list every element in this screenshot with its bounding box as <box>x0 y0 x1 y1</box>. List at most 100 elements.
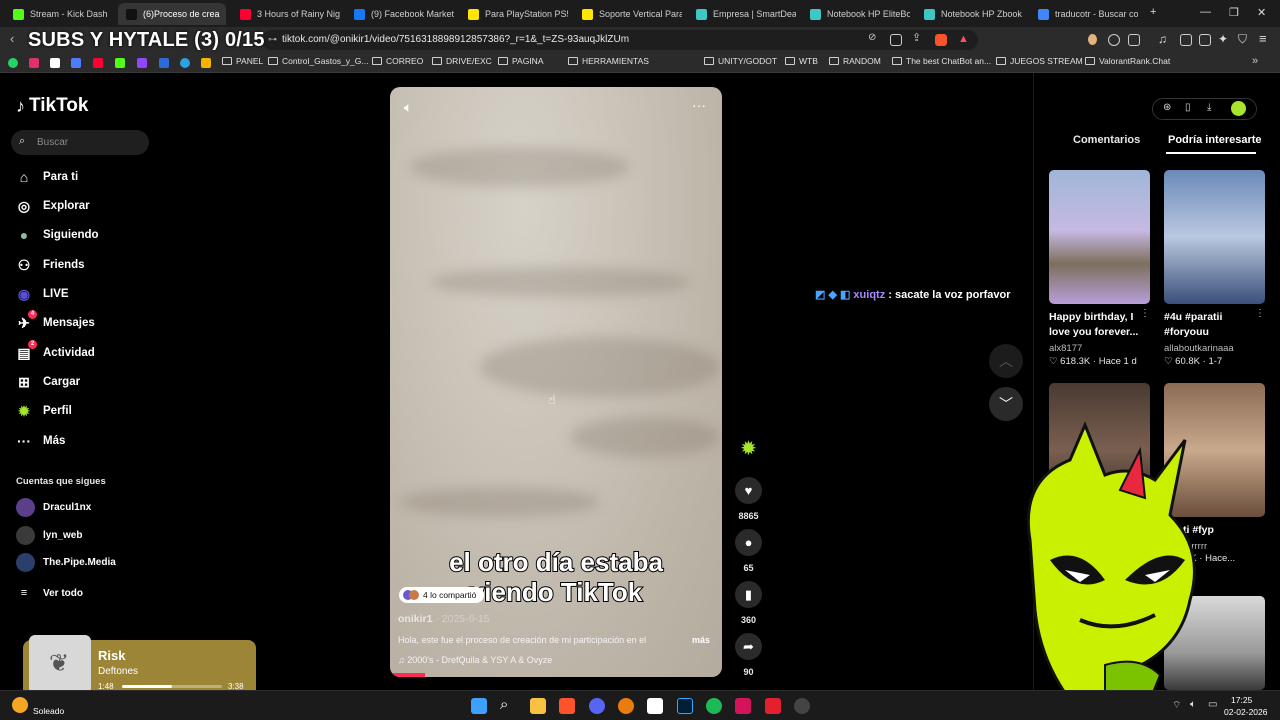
nav-item-m-s[interactable]: ··· Más <box>16 431 65 451</box>
youtube-icon[interactable] <box>93 58 103 68</box>
nav-item-actividad[interactable]: ▤ 2 Actividad <box>16 340 95 363</box>
video-music[interactable]: ♫ 2000's - DrefQuila & YSY A & Ovyze <box>398 655 552 665</box>
browser-tab[interactable]: Soporte Vertical Para P <box>574 3 682 25</box>
wifi-icon[interactable]: ⌔ <box>1172 699 1181 712</box>
video-player[interactable]: 🔈︎ ··· ☝︎ el otro día estaba viendo TikT… <box>390 87 722 677</box>
weather-icon[interactable] <box>12 697 28 713</box>
recommended-author[interactable]: alx8177 <box>1049 343 1082 354</box>
share-icon[interactable]: ⇪ <box>912 31 924 44</box>
video-author[interactable]: onikir1 · 2025-6-15 <box>398 613 490 625</box>
kick-icon[interactable] <box>115 58 125 68</box>
bookmark-item[interactable]: WTB <box>785 56 818 66</box>
instagram-icon[interactable] <box>29 58 39 68</box>
recommended-thumbnail[interactable] <box>1049 170 1150 304</box>
browser-tab[interactable]: traducotr - Buscar con <box>1030 3 1138 25</box>
nav-item-para-ti[interactable]: ⌂ Para ti <box>16 167 78 187</box>
extension-icon[interactable] <box>1088 34 1097 45</box>
spotify-icon[interactable] <box>706 698 722 714</box>
previous-video-button[interactable]: ︿ <box>989 344 1023 378</box>
whatsapp-icon[interactable] <box>8 58 18 68</box>
volume-icon[interactable]: 🔈︎ <box>1190 699 1196 710</box>
comment-button[interactable]: ● 65 <box>735 529 762 573</box>
x-icon[interactable] <box>50 58 60 68</box>
browser-tab[interactable]: Stream - Kick Dash <box>5 3 113 25</box>
bookmark-item[interactable]: The best ChatBot an... <box>892 56 991 66</box>
browser-tab[interactable]: Notebook HP EliteBoo <box>802 3 910 25</box>
discord-icon[interactable] <box>589 698 605 714</box>
recommended-author[interactable]: allaboutkarinaaa <box>1164 343 1234 354</box>
volume-icon[interactable]: 🔈︎ <box>404 99 412 116</box>
bookmark-item[interactable]: RANDOM <box>829 56 881 66</box>
nav-item-live[interactable]: ◉ LIVE <box>16 284 69 304</box>
user-avatar[interactable] <box>1231 101 1246 116</box>
track-progress-bar[interactable] <box>122 685 222 688</box>
brave-rewards-icon[interactable]: ▲ <box>958 33 969 45</box>
battery-icon[interactable]: ▭ <box>1208 699 1217 710</box>
tab-recommended[interactable]: Podría interesarte <box>1168 134 1262 146</box>
browser-tab[interactable]: (9) Facebook Marketpl <box>346 3 454 25</box>
recommended-title[interactable]: #4u #paratii #foryouu <box>1164 310 1259 340</box>
bookmark-app-icon[interactable] <box>201 58 211 68</box>
menu-icon[interactable]: ≡ <box>1259 31 1267 46</box>
bookmark-item[interactable]: DRIVE/EXC <box>432 56 492 66</box>
video-progress-bar[interactable] <box>390 673 425 677</box>
compass-icon[interactable]: ⊛ <box>1163 102 1171 113</box>
app-icon[interactable] <box>735 698 751 714</box>
browser-tab[interactable]: 3 Hours of Rainy Night <box>232 3 340 25</box>
nav-item-siguiendo[interactable]: ● Siguiendo <box>16 225 99 245</box>
search-input[interactable]: ⌕ Buscar <box>11 130 149 155</box>
bookmark-item[interactable]: UNITY/GODOT <box>704 56 777 66</box>
browser-tab[interactable]: Notebook HP Zbook F <box>916 3 1024 25</box>
site-info-icon[interactable]: ⊶ <box>268 34 277 45</box>
new-tab-button[interactable]: + <box>1150 6 1156 18</box>
bookmark-item[interactable]: PANEL <box>222 56 263 66</box>
brave-browser-icon[interactable] <box>559 698 575 714</box>
nav-item-cargar[interactable]: ⊞ Cargar <box>16 372 80 392</box>
bookmark-item[interactable]: PAGINA <box>498 56 544 66</box>
nav-item-mensajes[interactable]: ✈ 4 Mensajes <box>16 310 95 333</box>
wallet-icon[interactable] <box>1199 34 1211 46</box>
recommended-thumbnail[interactable] <box>1164 170 1265 304</box>
more-options-icon[interactable]: ··· <box>692 97 706 113</box>
next-video-button[interactable]: ﹀ <box>989 387 1023 421</box>
blender-icon[interactable] <box>618 698 634 714</box>
followed-account[interactable]: lyn_web <box>16 526 82 545</box>
maximize-button[interactable]: ❐ <box>1229 6 1239 19</box>
nav-item-explorar[interactable]: ◎ Explorar <box>16 196 90 216</box>
mute-site-icon[interactable]: ⊘ <box>868 32 880 44</box>
browser-tab[interactable]: (6)Proceso de crea✕ <box>118 3 226 25</box>
media-icon[interactable]: ♫ <box>1158 32 1167 46</box>
leo-ai-icon[interactable]: ✦ <box>1218 32 1228 46</box>
app-icon[interactable] <box>765 698 781 714</box>
paypal-icon[interactable] <box>159 58 169 68</box>
browser-tab[interactable]: Empresa | SmartDeal.cl <box>688 3 796 25</box>
share-button[interactable]: ➦ 90 <box>735 633 762 677</box>
more-description-button[interactable]: más <box>692 635 710 645</box>
shared-badge[interactable]: 4 lo compartió <box>399 587 485 603</box>
screen-cast-icon[interactable] <box>890 34 902 46</box>
like-button[interactable]: ♥ 8865 <box>735 477 762 521</box>
nav-item-friends[interactable]: ⚇ Friends <box>16 255 85 275</box>
obs-icon[interactable] <box>794 698 810 714</box>
download-icon[interactable]: ⤓ <box>1207 102 1211 113</box>
bookmark-item[interactable]: CORREO <box>372 56 423 66</box>
downloads-icon[interactable] <box>1128 34 1140 46</box>
bookmark-item[interactable]: ValorantRank.Chat <box>1085 56 1170 66</box>
bookmark-item[interactable]: HERRAMIENTAS <box>568 56 649 66</box>
close-window-button[interactable]: ✕ <box>1257 6 1266 19</box>
sidebar-toggle-icon[interactable] <box>1180 34 1192 46</box>
telegram-icon[interactable] <box>180 58 190 68</box>
bookmark-item[interactable]: Control_Gastos_y_G... <box>268 56 368 66</box>
followed-account[interactable]: Dracul1nx <box>16 498 91 517</box>
card-more-icon[interactable]: ⋮ <box>1140 308 1150 319</box>
followed-account[interactable]: The.Pipe.Media <box>16 553 116 572</box>
notion-icon[interactable] <box>647 698 663 714</box>
start-icon[interactable] <box>471 698 487 714</box>
phone-icon[interactable]: ▯ <box>1185 102 1191 113</box>
tiktok-logo[interactable]: ♪ TikTok <box>16 95 88 117</box>
bookmark-app-icon[interactable] <box>71 58 81 68</box>
file-explorer-icon[interactable] <box>530 698 546 714</box>
see-all-button[interactable]: ≡ Ver todo <box>16 583 83 603</box>
card-more-icon[interactable]: ⋮ <box>1255 308 1265 319</box>
vpn-shield-icon[interactable]: ⛉ <box>1238 32 1247 47</box>
